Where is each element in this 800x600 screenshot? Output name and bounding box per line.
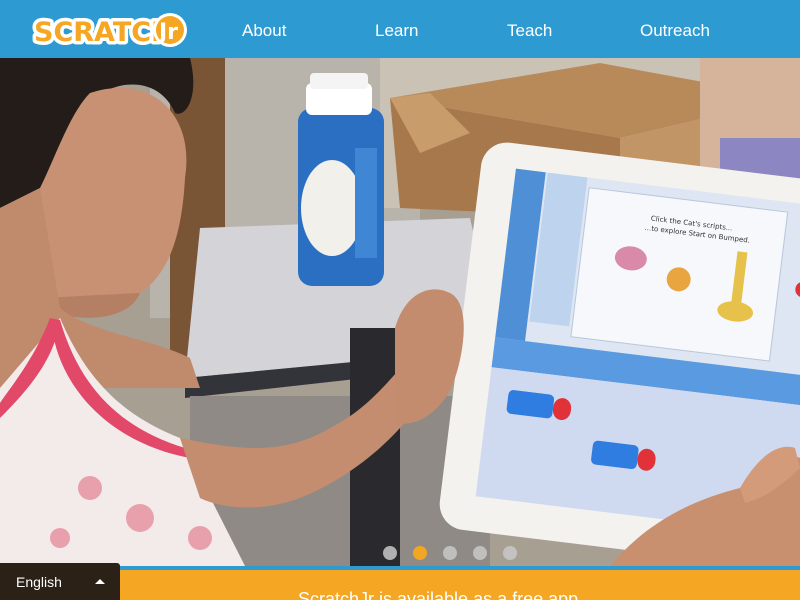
nav-outreach[interactable]: Outreach xyxy=(640,0,710,58)
nav-teach[interactable]: Teach xyxy=(507,0,552,58)
caret-up-icon xyxy=(95,579,105,584)
carousel-dot-1[interactable] xyxy=(383,546,397,560)
carousel-dot-2-active[interactable] xyxy=(413,546,427,560)
language-selector[interactable]: English xyxy=(0,563,120,600)
carousel-dot-4[interactable] xyxy=(473,546,487,560)
scratchjr-logo[interactable]: SCRATCH SCRATCH Jr xyxy=(30,10,188,50)
site-header: SCRATCH SCRATCH Jr About Learn Teach Out… xyxy=(0,0,800,58)
hero-photo: Click the Cat's scripts... ...to explore… xyxy=(0,58,800,566)
scratchjr-logo-icon: SCRATCH SCRATCH Jr xyxy=(31,13,187,50)
svg-text:Jr: Jr xyxy=(157,20,178,45)
hero-carousel: Click the Cat's scripts... ...to explore… xyxy=(0,58,800,566)
carousel-dot-3[interactable] xyxy=(443,546,457,560)
nav-about[interactable]: About xyxy=(242,0,286,58)
language-selected-label: English xyxy=(16,574,62,590)
nav-learn[interactable]: Learn xyxy=(375,0,418,58)
availability-band: ScratchJr is available as a free app xyxy=(0,570,800,600)
carousel-indicators xyxy=(383,546,517,560)
carousel-dot-5[interactable] xyxy=(503,546,517,560)
svg-text:SCRATCH: SCRATCH xyxy=(34,17,174,48)
availability-text: ScratchJr is available as a free app xyxy=(298,589,579,600)
